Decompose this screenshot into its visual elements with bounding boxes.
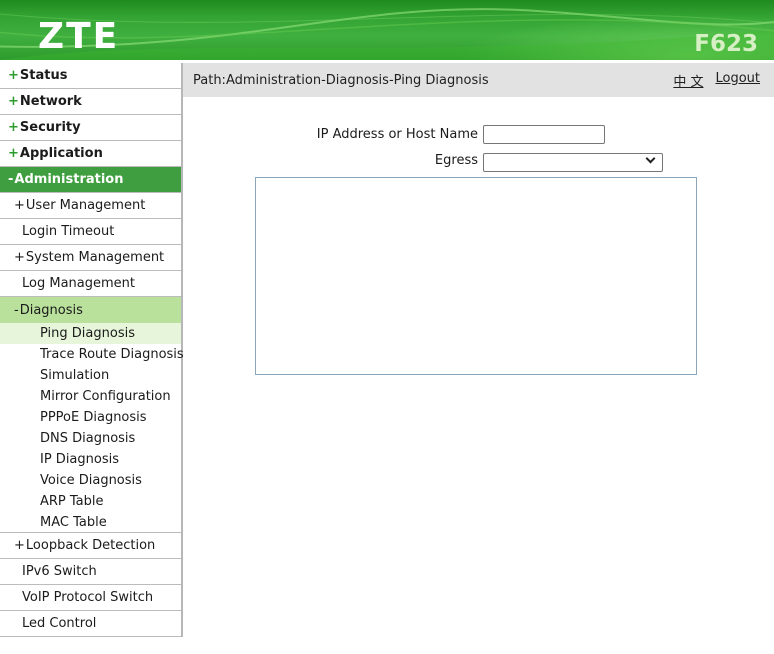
logout-link[interactable]: Logout <box>715 71 760 90</box>
sidebar-item-arp-table[interactable]: ARP Table <box>0 491 181 512</box>
sidebar-item-label: DNS Diagnosis <box>40 431 136 446</box>
sidebar-item-label: Security <box>19 120 81 135</box>
sidebar-item-led-control[interactable]: Led Control <box>0 611 181 637</box>
header-banner: ZTE F623 <box>0 0 774 60</box>
sidebar-item-login-timeout[interactable]: Login Timeout <box>0 219 181 245</box>
expand-icon: + <box>14 250 25 265</box>
sidebar-item-label: Simulation <box>40 368 110 383</box>
sidebar-item-loopback-detection[interactable]: + Loopback Detection <box>0 533 181 559</box>
main-area: Path:Administration-Diagnosis-Ping Diagn… <box>183 63 774 375</box>
ping-diagnosis-form: IP Address or Host Name Egress <box>183 125 774 375</box>
sidebar-item-ipv6-switch[interactable]: IPv6 Switch <box>0 559 181 585</box>
sidebar-item-label: IP Diagnosis <box>40 452 119 467</box>
sidebar-item-mac-table[interactable]: MAC Table <box>0 512 181 533</box>
expand-icon: + <box>14 538 25 553</box>
sidebar-item-administration[interactable]: - Administration <box>0 167 181 193</box>
breadcrumb: Path:Administration-Diagnosis-Ping Diagn… <box>193 72 489 88</box>
collapse-icon: - <box>14 302 19 318</box>
sidebar-item-label: Log Management <box>22 276 135 291</box>
egress-select[interactable] <box>483 152 663 172</box>
sidebar-item-system-management[interactable]: + System Management <box>0 245 181 271</box>
sidebar-item-label: PPPoE Diagnosis <box>40 410 147 425</box>
sidebar-item-security[interactable]: + Security <box>0 115 181 141</box>
sidebar-item-dns-diagnosis[interactable]: DNS Diagnosis <box>0 428 181 449</box>
sidebar-item-pppoe-diagnosis[interactable]: PPPoE Diagnosis <box>0 407 181 428</box>
sidebar-item-simulation[interactable]: Simulation <box>0 365 181 386</box>
sidebar-item-voice-diagnosis[interactable]: Voice Diagnosis <box>0 470 181 491</box>
expand-icon: + <box>8 68 19 83</box>
sidebar-item-label: IPv6 Switch <box>22 564 97 579</box>
sidebar-item-ping-diagnosis[interactable]: Ping Diagnosis <box>0 323 181 344</box>
sidebar-item-label: Administration <box>14 172 124 187</box>
sidebar-item-application[interactable]: + Application <box>0 141 181 167</box>
sidebar-item-label: Network <box>19 94 82 109</box>
sidebar-item-voip-protocol-switch[interactable]: VoIP Protocol Switch <box>0 585 181 611</box>
sidebar-nav: + Status + Network + Security + Application - Adm… <box>0 63 184 637</box>
sidebar-item-label: Login Timeout <box>22 224 115 239</box>
ping-result-area <box>255 177 697 375</box>
ip-address-row: IP Address or Host Name <box>183 125 774 144</box>
expand-icon: + <box>8 94 19 109</box>
zte-logo: ZTE <box>38 16 119 57</box>
egress-select-wrap <box>483 151 663 172</box>
sidebar-item-label: Voice Diagnosis <box>40 473 142 488</box>
sidebar-item-label: Application <box>19 146 103 161</box>
sidebar-item-log-management[interactable]: Log Management <box>0 271 181 297</box>
sidebar-item-diagnosis[interactable]: - Diagnosis <box>0 297 181 323</box>
expand-icon: + <box>14 198 25 213</box>
sidebar-item-label: Trace Route Diagnosis <box>40 347 184 362</box>
sidebar-item-label: ARP Table <box>40 494 104 509</box>
ip-address-label: IP Address or Host Name <box>316 127 478 142</box>
egress-label: Egress <box>434 153 478 168</box>
expand-icon: + <box>8 146 19 161</box>
content-row: + Status + Network + Security + Application - Adm… <box>0 63 774 637</box>
sidebar-item-user-management[interactable]: + User Management <box>0 193 181 219</box>
sidebar-item-label: MAC Table <box>40 514 107 530</box>
sidebar-item-label: Status <box>19 68 68 83</box>
sidebar-item-label: User Management <box>25 198 146 213</box>
sidebar-item-label: Loopback Detection <box>25 538 156 553</box>
sidebar-item-label: VoIP Protocol Switch <box>22 590 154 605</box>
collapse-icon: - <box>8 172 14 187</box>
sidebar-item-network[interactable]: + Network <box>0 89 181 115</box>
language-link[interactable]: 中 文 <box>673 71 703 90</box>
expand-icon: + <box>8 120 19 135</box>
sidebar-item-label: System Management <box>25 250 165 265</box>
model-label: F623 <box>694 31 758 57</box>
ip-address-input[interactable] <box>483 125 605 144</box>
sidebar-item-mirror-configuration[interactable]: Mirror Configuration <box>0 386 181 407</box>
topbar: Path:Administration-Diagnosis-Ping Diagn… <box>183 63 774 97</box>
sidebar-item-trace-route-diagnosis[interactable]: Trace Route Diagnosis <box>0 344 184 365</box>
sidebar-item-label: Ping Diagnosis <box>40 326 135 341</box>
egress-row: Egress <box>183 151 774 172</box>
topbar-links: 中 文 Logout <box>673 71 760 90</box>
sidebar-item-status[interactable]: + Status <box>0 63 181 89</box>
sidebar-item-label: Led Control <box>22 616 97 631</box>
sidebar-item-label: Mirror Configuration <box>40 389 171 404</box>
sidebar-item-ip-diagnosis[interactable]: IP Diagnosis <box>0 449 181 470</box>
sidebar-item-label: Diagnosis <box>19 302 83 318</box>
